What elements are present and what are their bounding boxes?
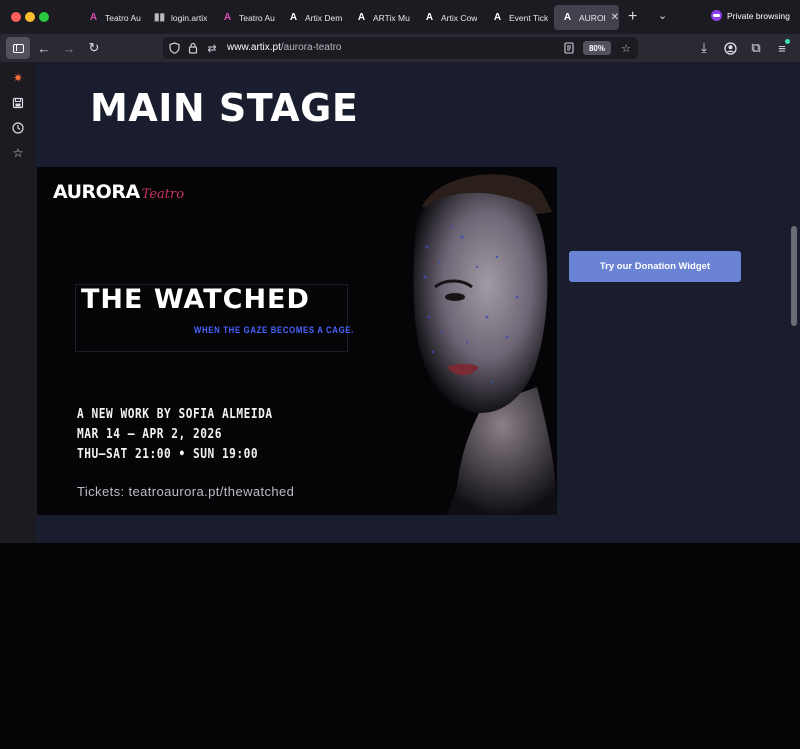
- tickets-info: Tickets: teatroaurora.pt/thewatched: [77, 484, 295, 499]
- blank-area: [0, 543, 800, 749]
- donation-widget-button[interactable]: Try our Donation Widget: [569, 251, 741, 282]
- tab-teatro-aurora-2[interactable]: A Teatro Au: [214, 5, 280, 30]
- show-title: THE WATCHED: [81, 284, 310, 315]
- minimize-window-button[interactable]: [25, 12, 35, 22]
- artix-a-icon: A: [425, 12, 434, 23]
- private-browsing-indicator: Private browsing: [711, 10, 790, 21]
- tab-event-tickets[interactable]: A Event Tick: [484, 5, 552, 30]
- url-text[interactable]: www.artix.pt/aurora-teatro: [227, 42, 342, 53]
- tab-artix-museum[interactable]: A ARTix Mu: [348, 5, 416, 30]
- shield-icon[interactable]: [166, 40, 182, 56]
- artix-a-icon: A: [289, 12, 298, 23]
- maximize-window-button[interactable]: [39, 12, 49, 22]
- aurora-a-icon: A: [89, 12, 98, 23]
- bookmarks-star-icon[interactable]: ☆: [10, 145, 26, 161]
- sidebar-toggle-button[interactable]: [6, 37, 30, 59]
- navigation-toolbar: ← → ↻ ⇄ www.artix.pt/aurora-teatro 80% ☆…: [0, 34, 800, 62]
- history-clock-icon[interactable]: [10, 120, 26, 136]
- page-title: MAIN STAGE: [90, 86, 359, 130]
- zoom-level-badge[interactable]: 80%: [583, 41, 611, 55]
- forward-button[interactable]: →: [59, 38, 79, 58]
- tab-artix-demo[interactable]: A Artix Dem: [280, 5, 348, 30]
- close-tab-icon[interactable]: ✕: [611, 12, 619, 23]
- barcode-icon: ▮▮: [154, 12, 166, 23]
- back-button[interactable]: ←: [34, 38, 54, 58]
- show-poster: AURORA Teatro THE WATCHED WHEN THE GAZE …: [37, 167, 557, 515]
- reload-button[interactable]: ↻: [84, 38, 104, 58]
- private-mask-icon: [711, 10, 722, 21]
- list-tabs-chevron-down-icon[interactable]: ⌄: [658, 9, 667, 22]
- aurora-teatro-logo: AURORA Teatro: [53, 181, 185, 203]
- app-menu-button[interactable]: ≡: [772, 38, 792, 58]
- synced-tabs-icon[interactable]: [10, 95, 26, 111]
- account-icon: [723, 41, 737, 55]
- scrollbar-thumb[interactable]: [791, 226, 797, 326]
- show-dates: MAR 14 – APR 2, 2026: [77, 427, 222, 442]
- show-credit: A NEW WORK BY SOFIA ALMEIDA: [77, 407, 273, 422]
- downloads-button[interactable]: ⤓: [694, 38, 714, 58]
- browser-sidebar: ✷ ☆: [0, 62, 36, 543]
- download-icon: ⤓: [701, 40, 707, 55]
- artix-a-icon: A: [357, 12, 366, 23]
- permissions-icon[interactable]: ⇄: [204, 40, 220, 56]
- artix-a-icon: A: [493, 12, 502, 23]
- browser-window: A Teatro Au ▮▮ login.artix A Teatro Au A…: [0, 0, 800, 543]
- close-window-button[interactable]: [11, 12, 21, 22]
- back-arrow-icon: ←: [37, 40, 51, 56]
- update-dot-icon: [785, 39, 790, 44]
- artix-a-icon: A: [563, 12, 572, 23]
- puzzle-icon: ⧉: [751, 40, 761, 55]
- lock-icon[interactable]: [185, 40, 201, 56]
- address-bar[interactable]: ⇄ www.artix.pt/aurora-teatro 80% ☆: [163, 37, 638, 59]
- reload-icon: ↻: [88, 40, 100, 55]
- extensions-button[interactable]: ⧉: [746, 38, 766, 58]
- show-tagline: WHEN THE GAZE BECOMES A CAGE.: [194, 325, 354, 336]
- aurora-a-icon: A: [223, 12, 232, 23]
- sidebar-icon: [12, 43, 24, 53]
- bookmark-star-icon[interactable]: ☆: [618, 40, 634, 56]
- painted-face-portrait: [367, 167, 557, 515]
- show-times: THU–SAT 21:00 • SUN 19:00: [77, 447, 259, 462]
- new-tab-plus-icon[interactable]: +: [628, 8, 637, 26]
- tab-aurora-active[interactable]: A AURORA ✕: [554, 5, 619, 30]
- tab-teatro-aurora-1[interactable]: A Teatro Au: [80, 5, 146, 30]
- tab-bar: A Teatro Au ▮▮ login.artix A Teatro Au A…: [0, 0, 800, 34]
- account-button[interactable]: [720, 38, 740, 58]
- forward-arrow-icon: →: [62, 40, 76, 56]
- reader-view-icon[interactable]: [561, 40, 577, 56]
- ai-chatbot-sparkle-icon[interactable]: ✷: [10, 70, 26, 86]
- page-scrollbar[interactable]: [788, 62, 800, 543]
- tab-login-artix[interactable]: ▮▮ login.artix: [146, 5, 214, 30]
- page-content: MAIN STAGE AURORA Teatro THE WATCHED WHE…: [36, 62, 788, 543]
- tab-artix-cow[interactable]: A Artix Cow: [416, 5, 484, 30]
